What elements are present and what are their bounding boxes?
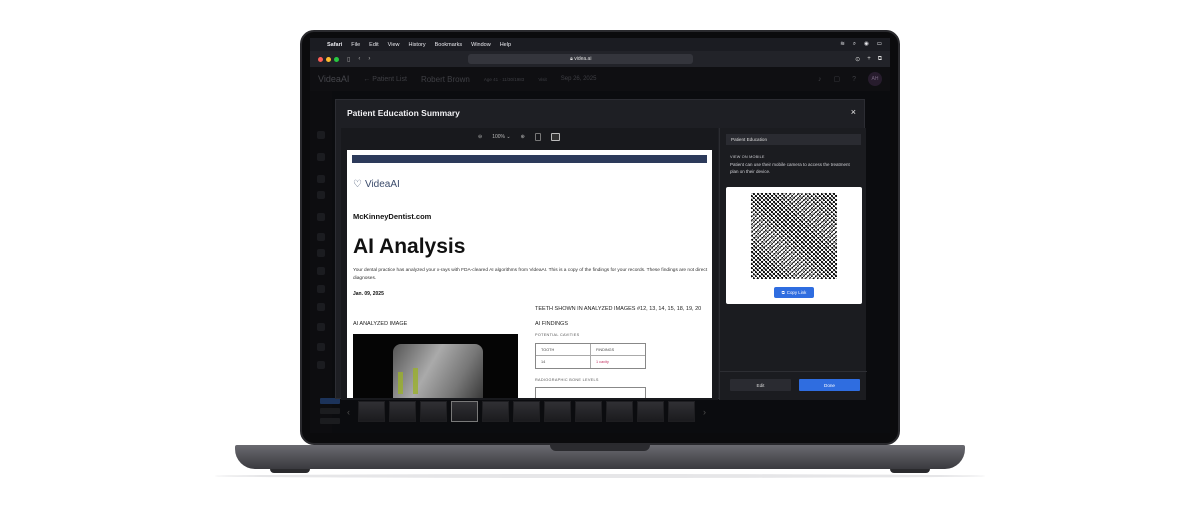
panel-footer: Edit Done — [720, 371, 867, 400]
zoom-level[interactable]: 100% ⌄ — [492, 134, 510, 140]
document-viewer: ⊖ 100% ⌄ ⊕ ♡ VideaAI McKinneyDentist.com… — [341, 128, 718, 400]
panel-header: Patient Education — [726, 134, 861, 145]
device-mockup: Safari File Edit View History Bookmarks … — [0, 0, 1200, 508]
patient-education-modal: Patient Education Summary × ⊖ 100% ⌄ ⊕ ♡… — [335, 99, 867, 400]
mobile-view-icon[interactable] — [534, 133, 541, 141]
view-on-mobile-label: VIEW ON MOBILE — [730, 155, 765, 159]
bone-levels-label: RADIOGRAPHIC BONE LEVELS — [535, 378, 599, 382]
menu-history[interactable]: History — [408, 42, 425, 48]
document-logo: ♡ VideaAI — [353, 179, 400, 190]
table-header-cell: TOOTH — [541, 348, 555, 352]
cavities-table: TOOTH FINDINGS 14 1 cavity — [535, 343, 646, 369]
tooth-logo-icon: ♡ — [353, 179, 362, 190]
forward-icon[interactable]: › — [368, 56, 370, 62]
table-row: 14 1 cavity — [536, 356, 645, 368]
qr-card: ⧉ Copy Link — [726, 187, 862, 304]
download-icon[interactable]: ⊙ — [855, 56, 860, 63]
laptop-foot — [890, 469, 930, 473]
screen: Safari File Edit View History Bookmarks … — [310, 38, 890, 433]
document-date: Jan. 09, 2025 — [353, 291, 384, 297]
table-header-row: TOOTH FINDINGS — [536, 344, 645, 356]
laptop-base — [235, 445, 965, 469]
link-icon: ⧉ — [781, 290, 785, 295]
education-document: ♡ VideaAI McKinneyDentist.com AI Analysi… — [347, 150, 712, 398]
document-intro: Your dental practice has analyzed your x… — [353, 268, 708, 281]
copy-link-label: Copy Link — [786, 290, 807, 295]
search-icon[interactable]: ⌕ — [853, 41, 856, 48]
tabs-overview-icon[interactable]: ⧉ — [878, 56, 882, 63]
ai-image-label: AI ANALYZED IMAGE — [353, 321, 408, 327]
done-button[interactable]: Done — [799, 379, 860, 391]
laptop-foot — [270, 469, 310, 473]
potential-cavities-label: POTENTIAL CAVITIES — [535, 333, 580, 337]
wifi-icon[interactable]: ≋ — [840, 41, 845, 48]
table-header-cell: FINDINGS — [590, 344, 645, 355]
menu-edit[interactable]: Edit — [369, 42, 378, 48]
copy-link-button[interactable]: ⧉ Copy Link — [774, 287, 814, 298]
edit-button[interactable]: Edit — [730, 379, 791, 391]
view-on-mobile-description: Patient can use their mobile camera to a… — [730, 162, 850, 174]
table-cell: 1 cavity — [590, 356, 645, 368]
menu-safari[interactable]: Safari — [327, 42, 342, 48]
teeth-shown: TEETH SHOWN IN ANALYZED IMAGES #12, 13, … — [535, 306, 702, 312]
sidebar-toggle-icon[interactable]: ▯ — [347, 56, 350, 63]
back-icon[interactable]: ‹ — [358, 56, 360, 62]
minimize-window-icon[interactable] — [326, 56, 331, 62]
control-center-icon[interactable]: ◉ — [864, 41, 869, 48]
table-cell: 14 — [541, 360, 546, 364]
desktop-view-icon[interactable] — [550, 133, 560, 141]
analyzed-xray — [353, 334, 518, 398]
qr-code — [751, 193, 837, 279]
document-heading: AI Analysis — [353, 235, 466, 258]
url-text: videa.ai — [574, 56, 592, 62]
menu-window[interactable]: Window — [471, 42, 491, 48]
modal-title: Patient Education Summary — [347, 108, 460, 118]
zoom-window-icon[interactable] — [334, 56, 339, 62]
menubar: Safari File Edit View History Bookmarks … — [310, 38, 890, 51]
patient-education-panel: Patient Education VIEW ON MOBILE Patient… — [719, 128, 867, 400]
browser-toolbar: ▯ ‹ › 🔒︎ videa.ai ⊙ + ⧉ — [310, 51, 890, 67]
url-bar[interactable]: 🔒︎ videa.ai — [468, 54, 694, 64]
new-tab-icon[interactable]: + — [867, 56, 871, 63]
ai-findings-label: AI FINDINGS — [535, 321, 569, 327]
menu-view[interactable]: View — [388, 42, 400, 48]
menu-help[interactable]: Help — [500, 42, 511, 48]
battery-icon[interactable]: ▭ — [877, 41, 882, 48]
menu-bookmarks[interactable]: Bookmarks — [435, 42, 463, 48]
menu-file[interactable]: File — [351, 42, 360, 48]
document-header-bar — [352, 155, 707, 163]
close-window-icon[interactable] — [318, 56, 323, 62]
close-icon[interactable]: × — [851, 107, 856, 117]
zoom-in-icon[interactable]: ⊕ — [521, 134, 525, 140]
document-logo-text: VideaAI — [364, 179, 400, 190]
laptop-shadow — [215, 474, 985, 478]
zoom-toolbar: ⊖ 100% ⌄ ⊕ — [478, 133, 560, 141]
bone-levels-table — [535, 387, 646, 398]
zoom-out-icon[interactable]: ⊖ — [478, 134, 482, 140]
practice-site: McKinneyDentist.com — [353, 212, 432, 221]
